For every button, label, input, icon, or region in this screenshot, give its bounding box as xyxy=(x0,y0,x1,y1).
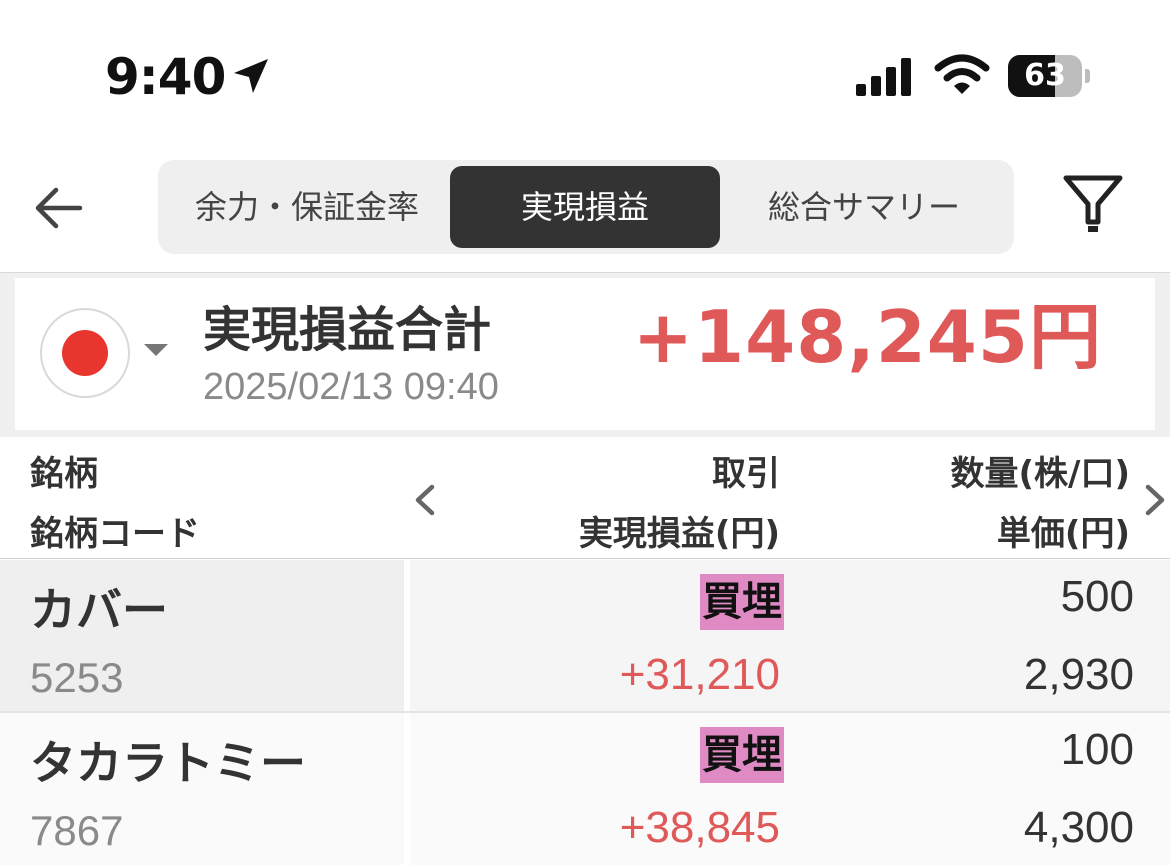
row-detail-cell: 買埋 +31,210 500 2,930 xyxy=(410,560,1170,712)
row-name-cell: カバー 5253 xyxy=(0,560,404,712)
trade-type-badge: 買埋 xyxy=(700,727,784,783)
header-quantity: 数量(株/口) xyxy=(950,454,1131,494)
tab-margin-rate[interactable]: 余力・保証金率 xyxy=(164,166,450,248)
table-row[interactable]: タカラトミー 7867 買埋 +38,845 100 4,300 xyxy=(0,713,1170,865)
filter-icon[interactable] xyxy=(1062,172,1124,236)
header-name: 銘柄 xyxy=(30,454,98,494)
stock-code: 5253 xyxy=(30,654,124,701)
unit-price: 2,930 xyxy=(1023,650,1134,699)
chevron-left-icon[interactable] xyxy=(412,483,438,517)
quantity: 500 xyxy=(1060,572,1134,621)
realized-pl: +38,845 xyxy=(619,803,780,852)
trade-type-badge: 買埋 xyxy=(700,574,784,630)
status-time: 9:40 xyxy=(105,48,226,106)
stock-name: カバー xyxy=(30,583,168,637)
stock-code: 7867 xyxy=(30,807,124,854)
japan-flag-icon[interactable] xyxy=(40,308,130,398)
summary-date: 2025/02/13 09:40 xyxy=(203,366,499,408)
summary-amount: +148,245円 xyxy=(632,295,1102,379)
signal-icon xyxy=(856,58,911,96)
status-bar: 9:40 63 xyxy=(0,0,1170,150)
location-arrow-icon xyxy=(234,59,268,93)
battery-percent: 63 xyxy=(1024,58,1066,93)
wifi-icon xyxy=(934,54,990,94)
row-detail-cell: 買埋 +38,845 100 4,300 xyxy=(410,713,1170,865)
header-realized-pl: 実現損益(円) xyxy=(578,514,780,554)
battery-icon: 63 xyxy=(1008,55,1090,97)
caret-down-icon[interactable] xyxy=(144,344,168,356)
header-trade: 取引 xyxy=(712,454,780,494)
back-arrow-icon[interactable] xyxy=(30,178,90,238)
divider xyxy=(0,558,1170,559)
summary-title: 実現損益合計 xyxy=(203,302,492,358)
stock-name: タカラトミー xyxy=(30,736,306,790)
tab-realized-pl[interactable]: 実現損益 xyxy=(450,166,720,248)
chevron-right-icon[interactable] xyxy=(1142,483,1168,517)
header-unit-price: 単価(円) xyxy=(996,514,1130,554)
unit-price: 4,300 xyxy=(1023,803,1134,852)
realized-pl: +31,210 xyxy=(619,650,780,699)
header-code: 銘柄コード xyxy=(30,514,200,554)
row-name-cell: タカラトミー 7867 xyxy=(0,713,404,865)
table-row[interactable]: カバー 5253 買埋 +31,210 500 2,930 xyxy=(0,560,1170,712)
segmented-tabs: 余力・保証金率 実現損益 総合サマリー xyxy=(158,160,1014,254)
quantity: 100 xyxy=(1060,725,1134,774)
tab-total-summary[interactable]: 総合サマリー xyxy=(720,166,1008,248)
